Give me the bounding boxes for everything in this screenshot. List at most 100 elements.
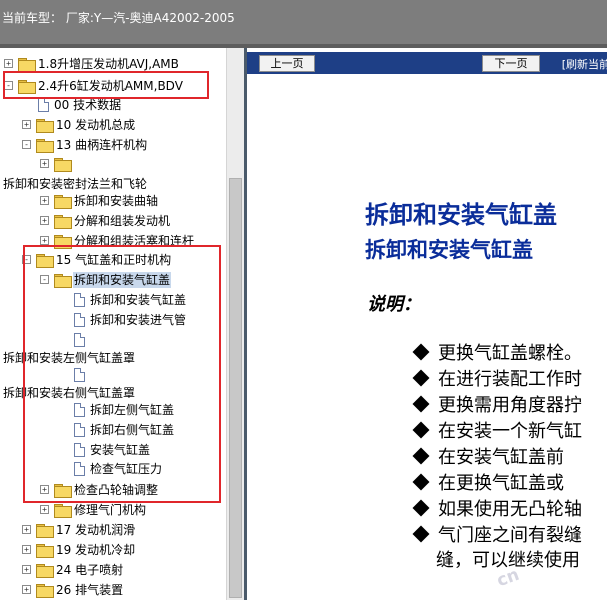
expand-icon[interactable]: +: [22, 565, 31, 574]
expand-icon[interactable]: +: [40, 505, 49, 514]
folder-icon: [18, 58, 36, 72]
folder-icon: [36, 584, 54, 598]
folder-icon: [36, 254, 54, 268]
folder-icon: [36, 139, 54, 153]
list-item: 在进行装配工作时: [412, 365, 582, 391]
folder-icon: [36, 119, 54, 133]
list-item: 气门座之间有裂缝: [412, 521, 582, 547]
tree-item-label: 17 发动机润滑: [56, 523, 136, 537]
tree-item-label: 拆卸和安装密封法兰和飞轮: [3, 177, 148, 191]
tree-item[interactable]: +: [0, 154, 75, 174]
tree-item-label: 拆卸和安装左侧气缸盖罩: [3, 351, 136, 365]
tree-item-label: 10 发动机总成: [56, 118, 136, 132]
collapse-icon[interactable]: -: [22, 140, 31, 149]
tree-item[interactable]: + 26 排气装置: [0, 580, 124, 600]
expand-icon[interactable]: +: [40, 485, 49, 494]
tree-item-label: 1.8升增压发动机AVJ,AMB: [38, 57, 179, 71]
list-item: 在安装气缸盖前: [412, 443, 564, 469]
tree-item-label: 检查凸轮轴调整: [74, 483, 159, 497]
tree-item[interactable]: + 19 发动机冷却: [0, 540, 136, 560]
tree-item-label: 拆卸和安装右侧气缸盖罩: [3, 386, 136, 400]
document-icon: [38, 98, 49, 112]
content-pane: 上一页 下一页 [刷新当前 拆卸和安装气缸盖 拆卸和安装气缸盖 说明： 更换气缸…: [244, 48, 607, 600]
expand-icon[interactable]: +: [40, 236, 49, 245]
tree-item[interactable]: - 15 气缸盖和正时机构: [0, 250, 172, 270]
folder-icon: [54, 235, 72, 249]
diamond-bullet-icon: [412, 447, 430, 465]
collapse-icon[interactable]: -: [40, 275, 49, 284]
collapse-icon[interactable]: -: [4, 81, 13, 90]
collapse-icon[interactable]: -: [22, 255, 31, 264]
tree-item-label: 安装气缸盖: [90, 443, 151, 457]
tree-item[interactable]: + 1.8升增压发动机AVJ,AMB: [0, 54, 180, 74]
header-bar: 当前车型： 厂家:Y—汽-奥迪A42002-2005: [0, 0, 607, 48]
tree-item-label: 拆卸左侧气缸盖: [90, 403, 175, 417]
tree-item[interactable]: 检查气缸压力: [0, 459, 163, 479]
tree-scrollbar[interactable]: [226, 48, 244, 600]
tree-navigation: + 1.8升增压发动机AVJ,AMB - 2.4升6缸发动机AMM,BDV 00…: [0, 48, 226, 600]
tree-item[interactable]: + 17 发动机润滑: [0, 520, 136, 540]
tree-item-label: 2.4升6缸发动机AMM,BDV: [38, 79, 183, 93]
tree-item[interactable]: 拆卸和安装气缸盖: [0, 290, 187, 310]
document-icon: [74, 423, 85, 437]
tree-item[interactable]: - 2.4升6缸发动机AMM,BDV: [0, 76, 184, 96]
expand-icon[interactable]: +: [22, 545, 31, 554]
expand-icon[interactable]: +: [40, 216, 49, 225]
tree-item-label: 修理气门机构: [74, 503, 147, 517]
tree-item[interactable]: [0, 365, 91, 385]
tree-item-label: 拆卸和安装进气管: [90, 313, 187, 327]
tree-item[interactable]: - 13 曲柄连杆机构: [0, 135, 148, 155]
diamond-bullet-icon: [412, 421, 430, 439]
list-item: 更换气缸盖螺栓。: [412, 339, 582, 365]
document-icon: [74, 368, 85, 382]
tree-item[interactable]: + 24 电子喷射: [0, 560, 124, 580]
document-icon: [74, 333, 85, 347]
page-title: 拆卸和安装气缸盖: [365, 201, 557, 229]
tree-item-label: 26 排气装置: [56, 583, 124, 597]
tree-item[interactable]: 拆卸右侧气缸盖: [0, 420, 175, 440]
folder-open-icon: [54, 274, 72, 288]
tree-item-label: 分解和组装活塞和连杆: [74, 234, 195, 248]
diamond-bullet-icon: [412, 395, 430, 413]
tree-item[interactable]: - 拆卸和安装气缸盖: [0, 270, 172, 290]
scrollbar-thumb[interactable]: [229, 178, 242, 598]
document-icon: [74, 403, 85, 417]
list-item: 如果使用无凸轮轴: [412, 495, 582, 521]
diamond-bullet-icon: [412, 343, 430, 361]
diamond-bullet-icon: [412, 473, 430, 491]
tree-item[interactable]: + 修理气门机构: [0, 500, 147, 520]
tree-item[interactable]: + 10 发动机总成: [0, 115, 136, 135]
folder-icon: [36, 544, 54, 558]
list-item: 在更换气缸盖或: [412, 469, 564, 495]
expand-icon[interactable]: +: [22, 120, 31, 129]
refresh-link[interactable]: [刷新当前: [562, 56, 607, 72]
folder-icon: [36, 524, 54, 538]
document-icon: [74, 462, 85, 476]
folder-icon: [18, 80, 36, 94]
current-vehicle-label: 当前车型： 厂家:Y—汽-奥迪A42002-2005: [2, 11, 235, 25]
tree-item[interactable]: + 检查凸轮轴调整: [0, 480, 159, 500]
tree-item[interactable]: + 分解和组装发动机: [0, 211, 171, 231]
tree-item[interactable]: 拆卸和安装进气管: [0, 310, 187, 330]
tree-item-label: 检查气缸压力: [90, 462, 163, 476]
tree-item[interactable]: [0, 330, 91, 350]
tree-item-label: 19 发动机冷却: [56, 543, 136, 557]
folder-icon: [54, 158, 72, 172]
expand-icon[interactable]: +: [22, 525, 31, 534]
expand-icon[interactable]: +: [4, 59, 13, 68]
expand-icon[interactable]: +: [22, 585, 31, 594]
next-page-button[interactable]: 下一页: [482, 55, 540, 72]
page-subtitle: 拆卸和安装气缸盖: [365, 238, 533, 262]
folder-icon: [54, 195, 72, 209]
expand-icon[interactable]: +: [40, 196, 49, 205]
tree-item[interactable]: 拆卸左侧气缸盖: [0, 400, 175, 420]
prev-page-button[interactable]: 上一页: [259, 55, 315, 72]
tree-item-label: 拆卸和安装气缸盖: [90, 293, 187, 307]
tree-item[interactable]: + 分解和组装活塞和连杆: [0, 231, 195, 251]
tree-item[interactable]: + 拆卸和安装曲轴: [0, 191, 159, 211]
expand-icon[interactable]: +: [40, 159, 49, 168]
tree-item[interactable]: 安装气缸盖: [0, 440, 151, 460]
tree-item-label: 15 气缸盖和正时机构: [56, 253, 172, 267]
tree-item-label: 24 电子喷射: [56, 563, 124, 577]
tree-item[interactable]: 00 技术数据: [0, 95, 122, 115]
